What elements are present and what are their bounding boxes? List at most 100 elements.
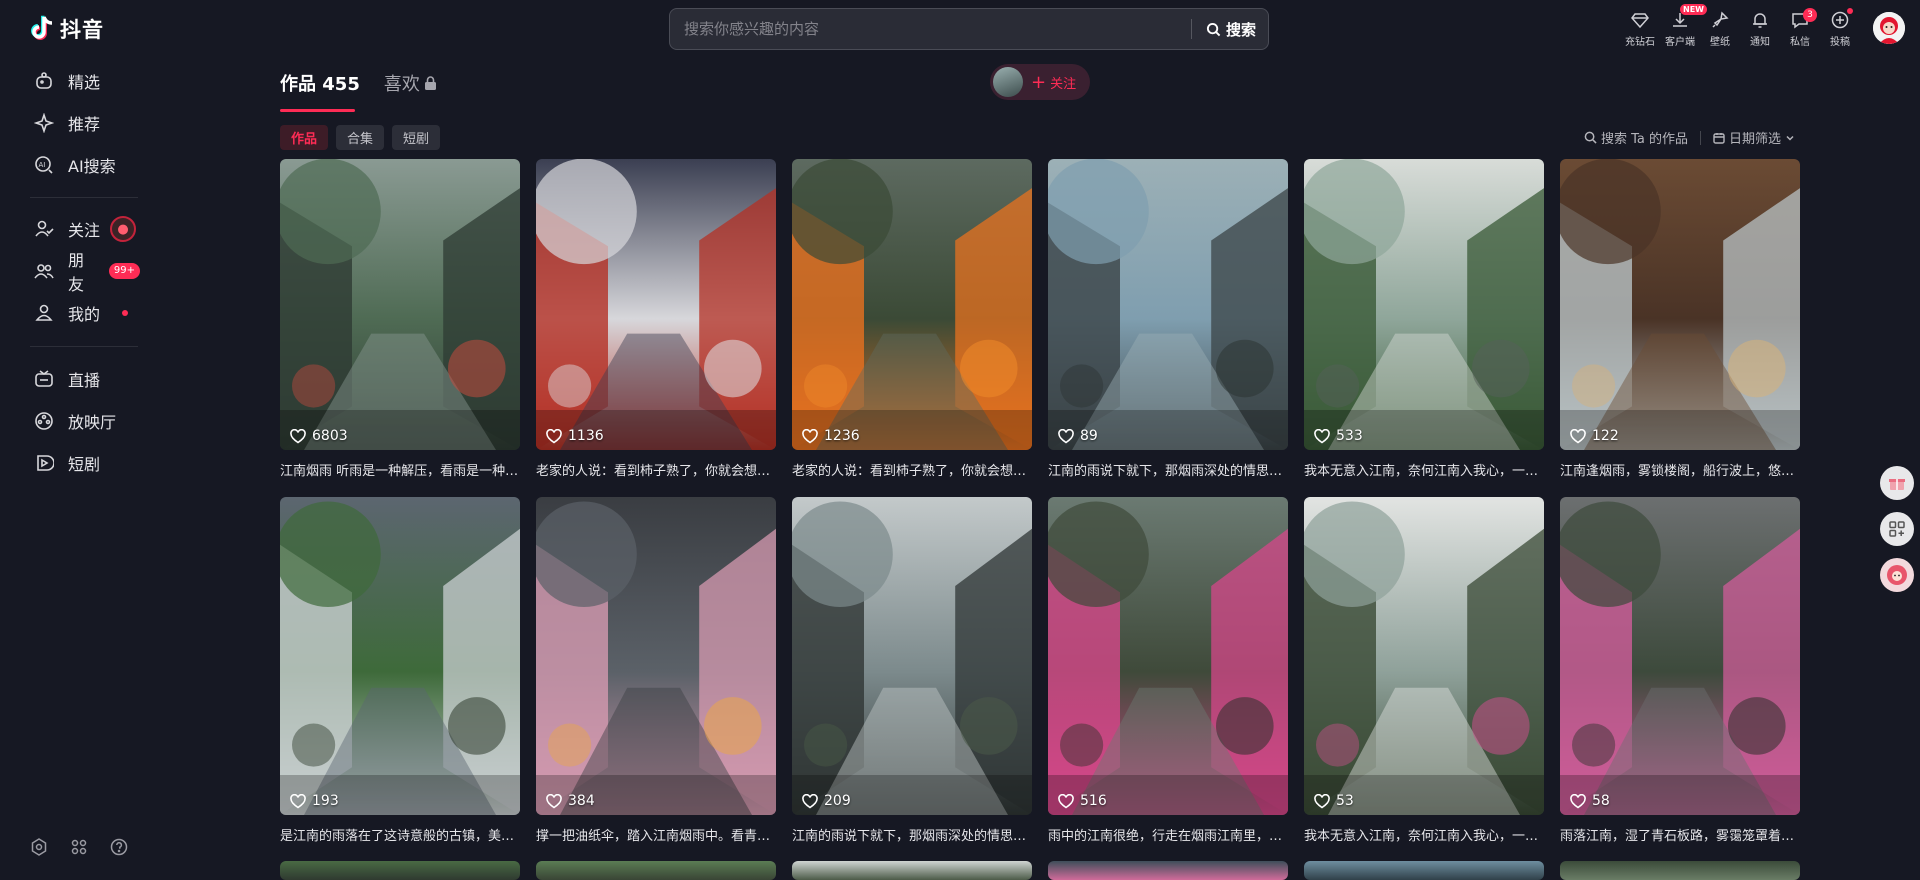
search-button[interactable]: 搜索 bbox=[1192, 19, 1268, 40]
follow-label: 关注 bbox=[1050, 76, 1077, 92]
follow-button[interactable]: + 关注 bbox=[990, 64, 1090, 100]
grid-apps-icon[interactable] bbox=[70, 838, 88, 856]
video-thumbnail-image bbox=[1304, 497, 1544, 815]
video-card[interactable]: 1136 老家的人说：看到柿子熟了，你就会想家了 bbox=[536, 159, 776, 479]
video-caption[interactable]: 江南的雨说下就下，那烟雨深处的情思悠悠 bbox=[792, 825, 1032, 844]
douyin-logo[interactable]: 抖音 bbox=[30, 14, 104, 44]
video-caption[interactable]: 是江南的雨落在了这诗意般的古镇，美不胜收 bbox=[280, 825, 520, 844]
video-caption[interactable]: 撑一把油纸伞，踏入江南烟雨中。看青石板路 bbox=[536, 825, 776, 844]
notifications-button[interactable]: 通知 bbox=[1740, 8, 1780, 48]
video-card[interactable] bbox=[1304, 861, 1544, 880]
video-card[interactable]: 58 雨落江南，湿了青石板路，雾霭笼罩着古镇 bbox=[1560, 497, 1800, 844]
like-count-value: 6803 bbox=[312, 428, 348, 444]
video-caption[interactable]: 老家的人说：看到柿子熟了，你就会想家了 bbox=[536, 460, 776, 479]
heart-icon bbox=[1314, 428, 1330, 443]
chip-short-drama[interactable]: 短剧 bbox=[392, 125, 441, 150]
like-count-value: 209 bbox=[824, 793, 851, 809]
like-count: 6803 bbox=[290, 428, 348, 444]
video-caption[interactable]: 江南烟雨 听雨是一种解压，看雨是一种享受 bbox=[280, 460, 520, 479]
video-thumbnail[interactable] bbox=[792, 861, 1032, 880]
video-card[interactable]: 533 我本无意入江南，奈何江南入我心，一帘烟雨 bbox=[1304, 159, 1544, 479]
video-card[interactable] bbox=[792, 861, 1032, 880]
gift-button[interactable] bbox=[1880, 466, 1914, 500]
video-caption[interactable]: 江南逢烟雨，雾锁楼阁，船行波上，悠然入画 bbox=[1560, 460, 1800, 479]
video-thumbnail[interactable] bbox=[1048, 861, 1288, 880]
video-thumbnail-image bbox=[792, 159, 1032, 450]
video-thumbnail[interactable]: 89 bbox=[1048, 159, 1288, 450]
settings-icon[interactable] bbox=[30, 838, 48, 856]
video-caption[interactable]: 雨中的江南很绝，行走在烟雨江南里，感受诗意 bbox=[1048, 825, 1288, 844]
svg-text:AI: AI bbox=[39, 161, 46, 169]
video-card[interactable] bbox=[1560, 861, 1800, 880]
short-drama-icon bbox=[34, 453, 54, 473]
upload-button[interactable]: 投稿 bbox=[1820, 8, 1860, 48]
wallpaper-button[interactable]: 壁纸 bbox=[1700, 8, 1740, 48]
tab-works[interactable]: 作品 455 bbox=[280, 70, 360, 112]
client-download-button[interactable]: NEW 客户端 bbox=[1660, 4, 1707, 48]
sidebar-item-short-drama[interactable]: 短剧 bbox=[0, 442, 140, 484]
video-card[interactable]: 89 江南的雨说下就下，那烟雨深处的情思悠悠 bbox=[1048, 159, 1288, 479]
search-input[interactable] bbox=[670, 9, 1191, 49]
video-card[interactable]: 53 我本无意入江南，奈何江南入我心，一帘烟雨 bbox=[1304, 497, 1544, 844]
sidebar-item-live[interactable]: 直播 bbox=[0, 358, 140, 400]
video-thumbnail[interactable] bbox=[536, 861, 776, 880]
date-filter-dropdown[interactable]: 日期筛选 bbox=[1713, 128, 1795, 147]
video-thumbnail[interactable] bbox=[1304, 861, 1544, 880]
video-caption[interactable]: 江南的雨说下就下，那烟雨深处的情思悠悠 bbox=[1048, 460, 1288, 479]
video-thumbnail[interactable]: 516 bbox=[1048, 497, 1288, 815]
video-card[interactable]: 516 雨中的江南很绝，行走在烟雨江南里，感受诗意 bbox=[1048, 497, 1288, 844]
video-card[interactable]: 384 撑一把油纸伞，踏入江南烟雨中。看青石板路 bbox=[536, 497, 776, 844]
video-thumbnail[interactable]: 193 bbox=[280, 497, 520, 815]
video-card[interactable] bbox=[536, 861, 776, 880]
video-caption[interactable]: 老家的人说：看到柿子熟了，你就会想家了 bbox=[792, 460, 1032, 479]
video-thumbnail[interactable]: 1136 bbox=[536, 159, 776, 450]
sidebar: 抖音 精选 推荐 AI AI搜索 关注 ● 朋友 99+ 我的 直播 放映厅 短… bbox=[0, 0, 140, 880]
sidebar-item-featured[interactable]: 精选 bbox=[0, 60, 140, 102]
like-count: 516 bbox=[1058, 793, 1107, 809]
sidebar-item-follow[interactable]: 关注 ● bbox=[0, 208, 140, 250]
video-card[interactable]: 6803 江南烟雨 听雨是一种解压，看雨是一种享受 bbox=[280, 159, 520, 479]
video-thumbnail[interactable] bbox=[280, 861, 520, 880]
sidebar-item-label: 关注 bbox=[68, 221, 101, 240]
video-thumbnail-image bbox=[1560, 497, 1800, 815]
video-caption[interactable]: 我本无意入江南，奈何江南入我心，一帘烟雨 bbox=[1304, 460, 1544, 479]
sidebar-item-theater[interactable]: 放映厅 bbox=[0, 400, 140, 442]
video-thumbnail[interactable]: 533 bbox=[1304, 159, 1544, 450]
video-caption[interactable]: 我本无意入江南，奈何江南入我心，一帘烟雨 bbox=[1304, 825, 1544, 844]
recharge-diamond-button[interactable]: 充钻石 bbox=[1620, 8, 1660, 48]
video-thumbnail-image bbox=[536, 159, 776, 450]
tab-likes[interactable]: 喜欢 bbox=[384, 70, 437, 96]
video-card[interactable] bbox=[280, 861, 520, 880]
sidebar-item-friends[interactable]: 朋友 99+ bbox=[0, 250, 140, 294]
video-card[interactable]: 1236 老家的人说：看到柿子熟了，你就会想家了 bbox=[792, 159, 1032, 479]
chip-collections[interactable]: 合集 bbox=[336, 125, 385, 150]
sidebar-item-me[interactable]: 我的 bbox=[0, 292, 140, 334]
video-thumbnail[interactable]: 1236 bbox=[792, 159, 1032, 450]
video-card[interactable]: 209 江南的雨说下就下，那烟雨深处的情思悠悠 bbox=[792, 497, 1032, 844]
video-caption[interactable]: 雨落江南，湿了青石板路，雾霭笼罩着古镇 bbox=[1560, 825, 1800, 844]
like-count-value: 193 bbox=[312, 793, 339, 809]
apps-button[interactable] bbox=[1880, 512, 1914, 546]
sidebar-item-recommend[interactable]: 推荐 bbox=[0, 102, 140, 144]
video-thumbnail[interactable]: 58 bbox=[1560, 497, 1800, 815]
video-thumbnail[interactable]: 53 bbox=[1304, 497, 1544, 815]
video-thumbnail[interactable]: 122 bbox=[1560, 159, 1800, 450]
sidebar-item-ai-search[interactable]: AI AI搜索 bbox=[0, 144, 140, 186]
video-thumbnail[interactable] bbox=[1560, 861, 1800, 880]
video-card[interactable]: 193 是江南的雨落在了这诗意般的古镇，美不胜收 bbox=[280, 497, 520, 844]
video-card[interactable] bbox=[1048, 861, 1288, 880]
search-works-button[interactable]: 搜索 Ta 的作品 bbox=[1584, 128, 1688, 147]
sidebar-item-label: 精选 bbox=[68, 73, 101, 92]
friends-count-badge: 99+ bbox=[108, 263, 140, 279]
video-thumbnail[interactable]: 6803 bbox=[280, 159, 520, 450]
user-avatar[interactable] bbox=[1873, 12, 1905, 44]
like-count: 209 bbox=[802, 793, 851, 809]
assistant-button[interactable] bbox=[1880, 558, 1914, 592]
video-thumbnail[interactable]: 209 bbox=[792, 497, 1032, 815]
video-card[interactable]: 122 江南逢烟雨，雾锁楼阁，船行波上，悠然入画 bbox=[1560, 159, 1800, 479]
video-thumbnail[interactable]: 384 bbox=[536, 497, 776, 815]
messages-button[interactable]: 3 私信 bbox=[1780, 8, 1820, 48]
chip-works[interactable]: 作品 bbox=[280, 125, 329, 150]
diamond-icon bbox=[1631, 13, 1649, 29]
help-icon[interactable] bbox=[110, 838, 128, 856]
